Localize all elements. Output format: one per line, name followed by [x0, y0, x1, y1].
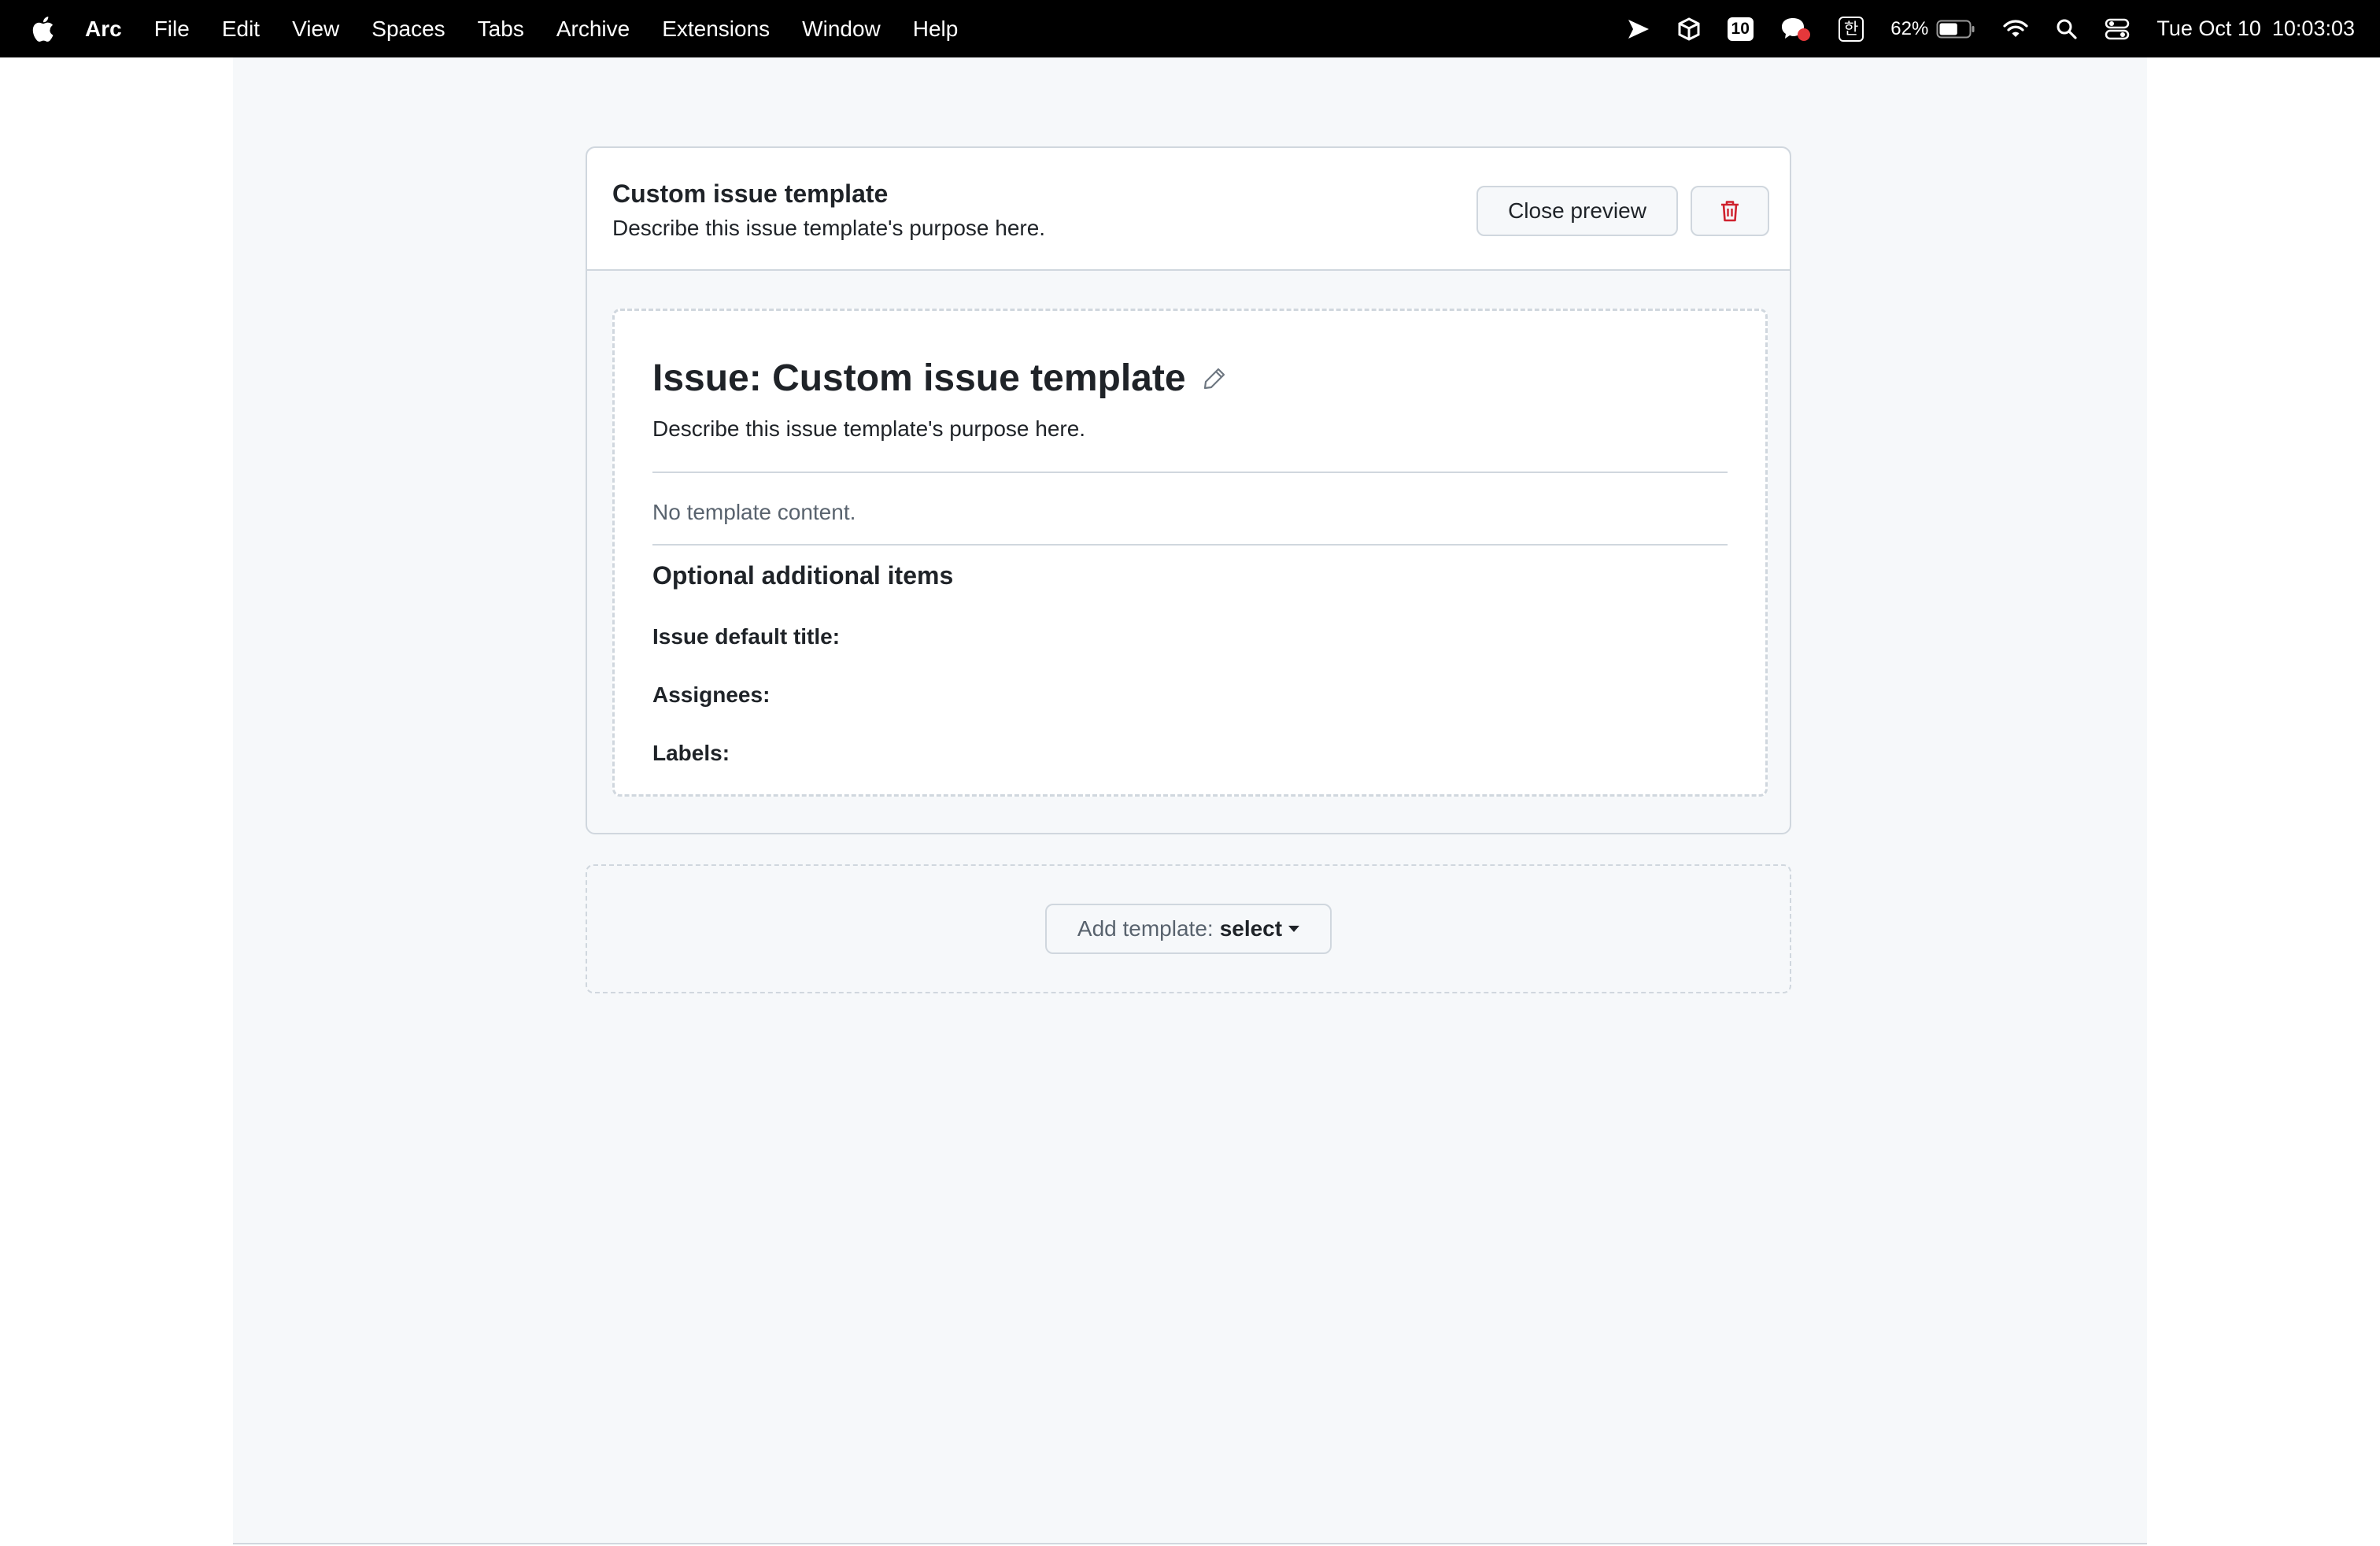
clock-date: Tue Oct 10: [2156, 17, 2261, 40]
box-icon[interactable]: [1677, 13, 1701, 45]
menu-edit[interactable]: Edit: [222, 17, 260, 42]
spotlight-search-icon[interactable]: [2056, 13, 2078, 45]
close-preview-button[interactable]: Close preview: [1476, 186, 1678, 236]
preview-title-row: Issue: Custom issue template: [652, 357, 1229, 400]
template-name: Custom issue template: [612, 179, 889, 208]
assignees-label: Assignees:: [652, 682, 771, 707]
template-card-header: Custom issue template Describe this issu…: [587, 148, 1790, 271]
menu-spaces[interactable]: Spaces: [371, 17, 445, 42]
control-center-icon[interactable]: [2105, 13, 2130, 45]
notification-badge-icon[interactable]: 10: [1727, 13, 1754, 45]
menu-help[interactable]: Help: [913, 17, 959, 42]
menu-app-name[interactable]: Arc: [85, 17, 122, 42]
apple-icon[interactable]: [30, 15, 55, 43]
pencil-icon[interactable]: [1200, 364, 1229, 393]
add-template-value: select: [1219, 916, 1283, 941]
menu-bar: Arc File Edit View Spaces Tabs Archive E…: [0, 0, 2380, 57]
menu-file[interactable]: File: [154, 17, 190, 42]
battery-icon: [1936, 20, 1975, 38]
menu-view[interactable]: View: [292, 17, 339, 42]
preview-description: Describe this issue template's purpose h…: [652, 416, 1086, 441]
send-icon[interactable]: [1627, 13, 1650, 45]
battery-percent: 62%: [1890, 17, 1929, 39]
page-content: Custom issue template Describe this issu…: [233, 57, 2147, 1544]
input-method-label: 한: [1838, 16, 1864, 42]
menu-extensions[interactable]: Extensions: [662, 17, 770, 42]
optional-items-heading: Optional additional items: [652, 561, 954, 590]
add-template-prefix: Add template:: [1077, 916, 1214, 941]
preview-title: Issue: Custom issue template: [652, 357, 1186, 399]
battery-status[interactable]: 62%: [1890, 18, 1975, 40]
caret-down-icon: [1288, 926, 1300, 932]
input-method-icon[interactable]: 한: [1838, 13, 1864, 45]
trash-icon: [1721, 201, 1739, 222]
menu-window[interactable]: Window: [802, 17, 881, 42]
chat-icon[interactable]: [1780, 13, 1812, 45]
empty-content-message: No template content.: [652, 500, 856, 524]
menubar-clock[interactable]: Tue Oct 10 10:03:03: [2156, 17, 2355, 41]
delete-template-button[interactable]: [1691, 186, 1769, 236]
badge-count: 10: [1727, 17, 1754, 41]
add-template-select-button[interactable]: Add template: select: [1045, 904, 1332, 954]
divider: [652, 472, 1728, 473]
clock-time: 10:03:03: [2271, 17, 2355, 40]
divider: [652, 544, 1728, 546]
status-area: 10 한 62% Tue Oct 10 10:03:03: [1600, 0, 2355, 57]
add-template-area: Add template: select: [586, 864, 1791, 993]
labels-label: Labels:: [652, 741, 730, 765]
issue-template-card: Custom issue template Describe this issu…: [586, 146, 1791, 834]
template-preview: Issue: Custom issue template Describe th…: [612, 309, 1768, 797]
wifi-icon[interactable]: [2002, 13, 2029, 45]
menu-archive[interactable]: Archive: [556, 17, 630, 42]
default-title-label: Issue default title:: [652, 624, 841, 649]
menu-tabs[interactable]: Tabs: [478, 17, 524, 42]
template-description: Describe this issue template's purpose h…: [612, 216, 1046, 240]
